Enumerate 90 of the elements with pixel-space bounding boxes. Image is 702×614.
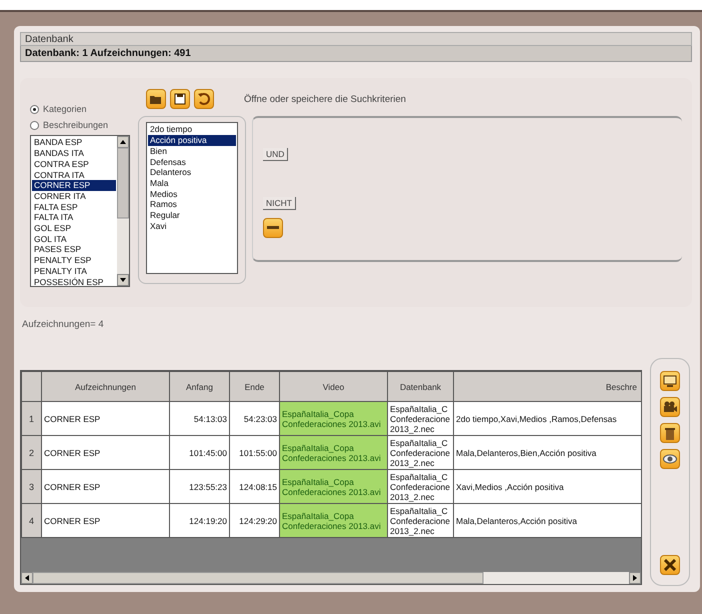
row-number: 2 (22, 436, 42, 470)
table-cell: CORNER ESP (42, 436, 170, 470)
table-cell: 2do tiempo,Xavi,Medios ,Ramos,Defensas (454, 402, 641, 436)
scrollbar[interactable] (117, 136, 129, 286)
radio-option[interactable]: Kategorien (30, 102, 130, 116)
list-item[interactable]: GOL ITA (32, 234, 116, 244)
table-cell: 101:45:00 (170, 436, 230, 470)
list-item[interactable]: BANDA ESP (32, 137, 116, 148)
eye-icon (663, 454, 677, 464)
delete-button[interactable] (660, 423, 680, 443)
list-item[interactable]: FALTA ITA (32, 212, 116, 224)
list-item[interactable]: GOL ESP (32, 223, 116, 234)
folder-icon (150, 94, 162, 104)
video-cell: EspañaItalia_Copa Confederaciones 2013.avi (280, 504, 388, 538)
list-item[interactable]: CONTRA ESP (32, 158, 116, 170)
table-cell: Mala,Delanteros,Bien,Acción positiva (454, 436, 641, 470)
column-header[interactable]: Beschre (454, 372, 641, 402)
list-item[interactable]: BANDAS ITA (32, 148, 116, 159)
table-cell: 123:55:23 (170, 470, 230, 504)
table-cell: CORNER ESP (42, 402, 170, 436)
list-item[interactable]: Bien (148, 146, 236, 156)
list-item[interactable]: Mala (148, 178, 236, 189)
list-item[interactable]: Regular (148, 210, 236, 221)
table-cell: 124:08:15 (230, 470, 280, 504)
operator-button[interactable]: UND (263, 148, 288, 162)
description-list[interactable]: 2do tiempo Acción positiva Bien Defensas Delanteros Mala Medios Ramos Regular Xavi (146, 122, 238, 274)
trash-icon (665, 426, 675, 440)
table-cell: 124:29:20 (230, 504, 280, 538)
list-item[interactable]: Xavi (148, 220, 236, 232)
list-item[interactable]: Ramos (148, 199, 236, 210)
window-title: Datenbank (20, 32, 692, 46)
column-header[interactable]: Aufzeichnungen (42, 372, 170, 402)
film-camera-icon (663, 401, 677, 413)
table-cell: EspañaItalia_C Confederacione 2013_2.nec (388, 470, 454, 504)
list-item[interactable]: POSSESIÓN ESP (32, 276, 116, 286)
save-icon (174, 93, 186, 106)
column-header[interactable]: Video (280, 372, 388, 402)
close-icon (664, 559, 676, 571)
video-cell: EspañaItalia_Copa Confederaciones 2013.avi (280, 436, 388, 470)
table-cell: EspañaItalia_C Confederacione 2013_2.nec (388, 504, 454, 538)
database-info: Datenbank: 1 Aufzeichnungen: 491 (20, 46, 692, 62)
video-cell: EspañaItalia_Copa Confederaciones 2013.avi (280, 402, 388, 436)
column-header[interactable]: Ende (230, 372, 280, 402)
video-cell: EspañaItalia_Copa Confederaciones 2013.avi (280, 470, 388, 504)
radio-button[interactable] (30, 120, 39, 130)
minus-icon (267, 226, 279, 230)
list-item[interactable]: Delanteros (148, 167, 236, 178)
category-list[interactable]: BANDA ESP BANDAS ITA CONTRA ESP CONTRA ITA CORNER ESP CORNER ITA FALTA ESP FALTA ITA GOL ESP GOL ITA PASES ESP PENALTY ESP PENALTY ITA POSSESIÓN ESP (30, 135, 130, 288)
open-button[interactable] (146, 89, 166, 110)
close-button[interactable] (660, 555, 680, 575)
radio-button[interactable] (30, 104, 39, 114)
record-count: Aufzeichnungen= 4 (22, 319, 105, 330)
list-item[interactable]: Acción positiva (148, 135, 236, 146)
table-cell: 124:19:20 (170, 504, 230, 538)
monitor-icon (663, 375, 677, 387)
horizontal-scrollbar[interactable] (21, 572, 641, 584)
table-cell: CORNER ESP (42, 504, 170, 538)
table-cell: 54:13:03 (170, 402, 230, 436)
operator-button[interactable]: NICHT (263, 197, 296, 210)
list-item[interactable]: CORNER ITA (32, 190, 116, 202)
list-item[interactable]: PASES ESP (32, 244, 116, 256)
list-item[interactable]: Defensas (148, 156, 236, 168)
row-number: 4 (22, 504, 42, 538)
remove-button[interactable] (263, 218, 283, 238)
list-item[interactable]: FALTA ESP (32, 202, 116, 212)
list-item[interactable]: CONTRA ITA (32, 170, 116, 180)
monitor-button[interactable] (660, 371, 680, 391)
list-item[interactable]: 2do tiempo (148, 124, 236, 136)
table-cell: CORNER ESP (42, 470, 170, 504)
list-item[interactable]: CORNER ESP (32, 180, 116, 191)
column-header[interactable]: Anfang (170, 372, 230, 402)
table-cell: 54:23:03 (230, 402, 280, 436)
list-item[interactable]: PENALTY ESP (32, 255, 116, 266)
video-button[interactable] (660, 397, 680, 417)
radio-option[interactable]: Beschreibungen (30, 118, 130, 132)
column-header[interactable]: Datenbank (388, 372, 454, 402)
list-item[interactable]: PENALTY ITA (32, 266, 116, 277)
table-cell: Xavi,Medios ,Acción positiva (454, 470, 641, 504)
row-number: 3 (22, 470, 42, 504)
table-cell: Mala,Delanteros,Acción positiva (454, 504, 641, 538)
list-item[interactable]: Medios (148, 188, 236, 200)
undo-button[interactable] (194, 89, 214, 110)
save-button[interactable] (170, 89, 190, 110)
undo-icon (197, 92, 211, 106)
hint-text: Öffne oder speichere die Suchkriterien (244, 94, 406, 105)
table-cell: EspañaItalia_C Confederacione 2013_2.nec (388, 436, 454, 470)
table-cell: EspañaItalia_C Confederacione 2013_2.nec (388, 402, 454, 436)
row-number: 1 (22, 402, 42, 436)
table-cell: 101:55:00 (230, 436, 280, 470)
view-button[interactable] (660, 449, 680, 469)
